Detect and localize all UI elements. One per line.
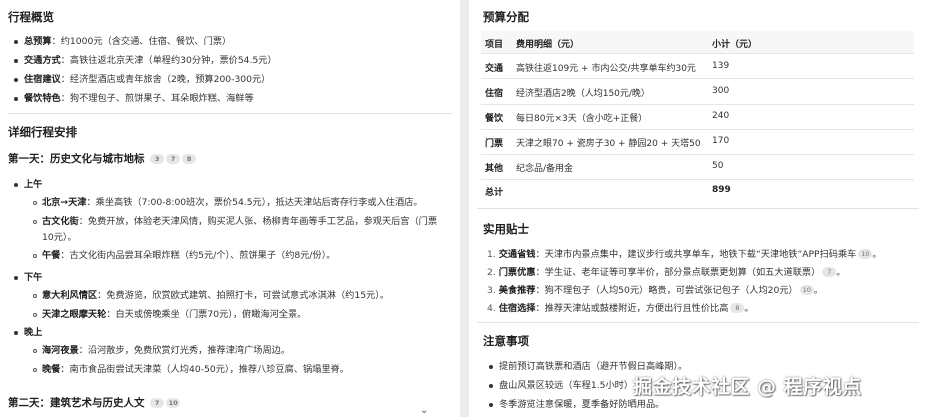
detail-heading: 详细行程安排 (8, 125, 77, 139)
row-divider (481, 104, 914, 105)
overview-item: 交通方式：高铁往返北京天津（单程约30分钟，票价54.5元） (24, 55, 277, 66)
overview-item: 总预算：约1000元（含交通、住宿、餐饮、门票） (24, 36, 232, 47)
divider (8, 113, 452, 114)
schedule-item: 北京→天津：乘坐高铁（7:00-8:00班次，票价54.5元），抵达天津站后寄存… (42, 197, 423, 208)
note-item: 盘山风景区较远（车程1.5小时） (499, 380, 634, 391)
table-cell: 50 (712, 161, 724, 171)
bullet (14, 276, 18, 280)
table-header: 费用明细（元） (516, 40, 580, 50)
table-cell: 高铁往返109元 + 市内公交/共享单车约30元 (516, 64, 696, 74)
bullet (489, 384, 493, 388)
tip-item: 2. 门票优惠：学生证、老年证等可享半价，部分景点联票更划算（如五大道联票） 7。 (487, 267, 846, 278)
table-cell: 天津之眼70 + 瓷房子30 + 静园20 + 天塔50 (516, 139, 701, 149)
row-divider (481, 53, 914, 54)
day1-heading: 第一天：历史文化与城市地标 378 (8, 151, 197, 166)
table-cell: 经济型酒店2晚（人均150元/晚） (516, 89, 650, 99)
tips-heading: 实用贴士 (483, 222, 529, 236)
bullet (33, 349, 37, 353)
citation-badge[interactable]: 3 (150, 154, 165, 164)
evening-label: 晚上 (24, 327, 43, 338)
tip-item: 3. 美食推荐：狗不理包子（人均50元）略贵，可尝试张记包子（人均20元） 10。 (487, 285, 823, 296)
schedule-item: 晚餐：南市食品街尝试天津菜（人均40-50元），推荐八珍豆腐、锅塌里脊。 (42, 364, 349, 375)
table-cell: 899 (712, 185, 731, 195)
overview-item: 餐饮特色：狗不理包子、煎饼果子、耳朵眼炸糕、海鲜等 (24, 93, 254, 104)
table-cell: 139 (712, 61, 730, 71)
bullet (14, 59, 18, 63)
bullet (14, 97, 18, 101)
bullet (14, 331, 18, 335)
overview-item: 住宿建议：经济型酒店或青年旅舍（2晚，预算200-300元） (24, 74, 271, 85)
row-divider (481, 78, 914, 79)
schedule-item: 天津之眼摩天轮：白天或傍晚乘坐（门票70元），俯瞰海河全景。 (42, 309, 307, 320)
itinerary-panel: 行程概览 总预算：约1000元（含交通、住宿、餐饮、门票） 交通方式：高铁往返北… (0, 0, 460, 417)
bullet (489, 403, 493, 407)
note-item: 提前预订高铁票和酒店（避开节假日高峰期）。 (499, 361, 688, 372)
schedule-item: 古文化街：免费开放，体验老天津风情，购买泥人张、杨柳青年画等手工艺品，参观天后宫… (42, 216, 438, 227)
schedule-item-continued: 10元）。 (42, 232, 77, 243)
row-divider (481, 129, 914, 130)
table-header: 小计（元） (712, 40, 758, 50)
bullet (33, 368, 37, 372)
citation-badge[interactable]: 10 (166, 398, 181, 408)
day2-heading: 第二天：建筑艺术与历史人文 7 10 (8, 395, 181, 410)
schedule-item: 海河夜景：沿河散步，免费欣赏灯光秀，推荐津湾广场周边。 (42, 345, 291, 356)
bullet (33, 220, 37, 224)
table-cell: 300 (712, 86, 730, 96)
tip-item: 1. 交通省钱：天津市内景点集中，建议步行或共享单车，地铁下载“天津地铁”APP… (487, 249, 882, 260)
table-cell: 总计 (485, 188, 504, 198)
table-cell: 其他 (485, 164, 504, 174)
morning-label: 上午 (24, 179, 43, 190)
bullet (33, 254, 37, 258)
schedule-item: 午餐：古文化街内品尝耳朵眼炸糕（约5元/个）、煎饼果子（约8元/份）。 (42, 250, 336, 261)
notes-heading: 注意事项 (483, 334, 529, 348)
citation-badge[interactable]: 10 (858, 249, 873, 259)
row-divider (481, 154, 914, 155)
table-cell: 餐饮 (485, 114, 504, 124)
bullet (33, 294, 37, 298)
afternoon-label: 下午 (24, 272, 43, 283)
citation-badge[interactable]: 8 (182, 154, 197, 164)
table-header: 项目 (485, 40, 504, 50)
schedule-item: 意大利风情区：免费游览，欣赏欧式建筑、拍照打卡，可尝试意式冰淇淋（约15元）。 (42, 290, 390, 301)
overview-heading: 行程概览 (8, 10, 54, 24)
bullet (33, 201, 37, 205)
divider (477, 208, 919, 209)
table-cell: 每日80元×3天（含小吃+正餐） (516, 114, 648, 124)
row-divider (481, 179, 914, 180)
table-cell: 住宿 (485, 89, 504, 99)
bullet (14, 78, 18, 82)
watermark: 掘金技术社区 @ 程序视点 (633, 376, 862, 398)
table-cell: 交通 (485, 64, 504, 74)
bullet (14, 40, 18, 44)
citation-badge[interactable]: 7 (150, 398, 165, 408)
bullet (33, 313, 37, 317)
tip-item: 4. 住宿选择：推荐天津站或鼓楼附近，方便出行且性价比高 8。 (487, 303, 754, 314)
citation-badge[interactable]: 7 (166, 154, 181, 164)
chevron-down-icon[interactable]: ⌄ (420, 405, 428, 416)
bullet (14, 183, 18, 187)
table-cell: 240 (712, 111, 730, 121)
table-cell: 纪念品/备用金 (516, 164, 574, 174)
budget-panel: 预算分配 项目 费用明细（元） 小计（元） 交通 高铁往返109元 + 市内公交… (469, 0, 927, 417)
bullet (489, 365, 493, 369)
divider (477, 322, 919, 323)
citation-badge[interactable]: 8 (730, 303, 745, 313)
table-cell: 170 (712, 136, 730, 146)
table-cell: 门票 (485, 139, 504, 149)
budget-heading: 预算分配 (483, 10, 529, 24)
citation-badge[interactable]: 7 (822, 267, 837, 277)
citation-badge[interactable]: 10 (799, 285, 814, 295)
